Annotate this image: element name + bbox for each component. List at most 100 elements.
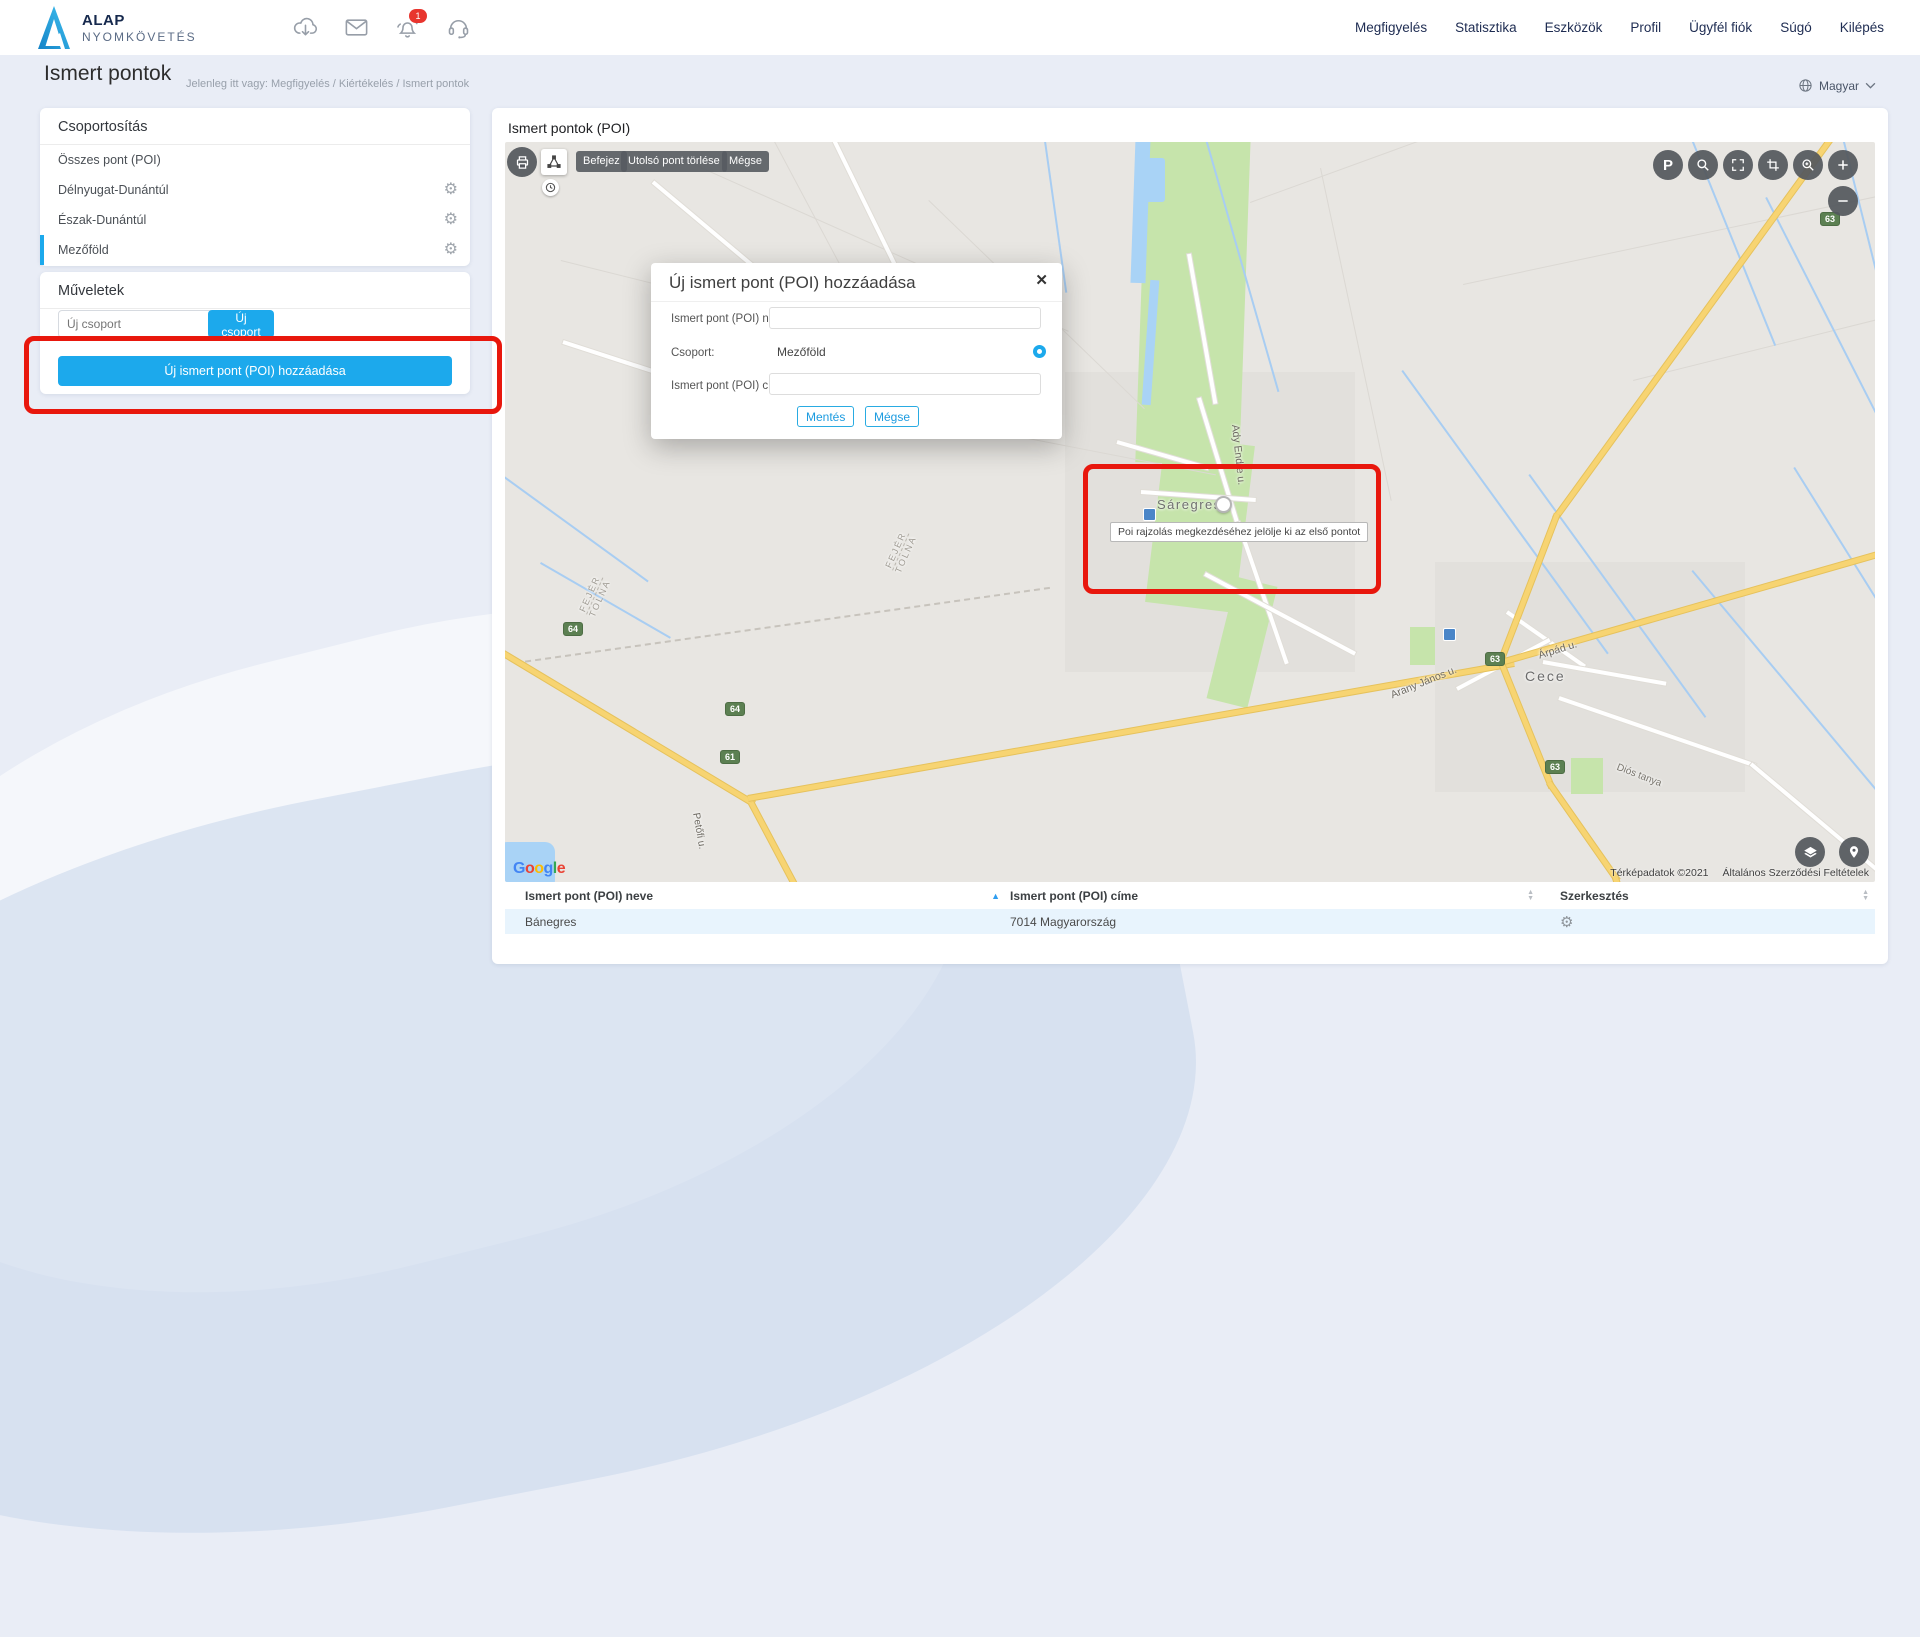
group-item-delnyugat-dunantul[interactable]: Délnyugat-Dunántúl ⚙: [40, 175, 470, 205]
group-item-eszak-dunantul[interactable]: Észak-Dunántúl ⚙: [40, 205, 470, 235]
polygon-draw-icon: [546, 154, 562, 170]
group-radio-selected[interactable]: [1033, 345, 1046, 358]
google-letter: o: [525, 860, 534, 877]
language-selector[interactable]: Magyar: [1798, 78, 1876, 93]
breadcrumb: Jelenleg itt vagy: Megfigyelés / Kiérték…: [186, 78, 469, 90]
map-main-road: [1547, 781, 1620, 882]
new-group-input[interactable]: [58, 310, 214, 338]
logo-triangle-icon: [38, 6, 70, 49]
nav-profil[interactable]: Profil: [1630, 20, 1661, 35]
map-data-copyright: Térképadatok ©2021: [1610, 867, 1708, 879]
transit-stop-icon[interactable]: [1443, 628, 1456, 641]
fullscreen-button[interactable]: [1723, 150, 1753, 180]
globe-icon: [1798, 78, 1813, 93]
map-main-road: [1553, 142, 1833, 520]
nav-eszkozok[interactable]: Eszközök: [1545, 20, 1603, 35]
finish-button[interactable]: Befejez: [576, 151, 627, 172]
notifications-bell-icon[interactable]: 1: [394, 14, 421, 41]
zoom-in-button[interactable]: [1828, 150, 1858, 180]
app-logo[interactable]: ALAP NYOMKÖVETÉS: [38, 6, 197, 49]
map-field-line: [1250, 142, 1485, 203]
nav-kilepes[interactable]: Kilépés: [1840, 20, 1884, 35]
undo-last-point-button[interactable]: Utolsó pont törlése: [621, 151, 727, 172]
language-label: Magyar: [1819, 79, 1859, 93]
group-item-label: Délnyugat-Dunántúl: [58, 183, 169, 197]
road-shield-61: 61: [720, 750, 740, 764]
cell-poi-address: 7014 Magyarország: [1010, 915, 1548, 929]
chevron-down-icon: [1865, 82, 1876, 89]
map-main-road: [505, 647, 755, 806]
sort-both-icon[interactable]: ▲▼: [1527, 890, 1534, 902]
map[interactable]: 64 64 61 63 63 63 Sáregres Cece FEJÉR TO…: [505, 142, 1875, 882]
header-icon-group: 1: [292, 14, 472, 41]
group-item-mezofold-selected[interactable]: Mezőföld ⚙: [40, 235, 470, 265]
crop-zoom-button[interactable]: [1758, 150, 1788, 180]
cancel-draw-button[interactable]: Mégse: [722, 151, 769, 172]
group-item-label: Összes pont (POI): [58, 153, 161, 167]
column-header-address[interactable]: Ismert pont (POI) címe ▲▼: [1010, 889, 1548, 903]
print-button[interactable]: [507, 147, 537, 177]
close-icon[interactable]: ✕: [1035, 271, 1048, 289]
crop-icon: [1766, 158, 1780, 172]
map-stream: [540, 562, 671, 639]
zoom-out-button[interactable]: [1828, 186, 1858, 216]
google-letter: e: [557, 860, 565, 877]
poi-marker-button[interactable]: [1839, 837, 1869, 867]
draw-tooltip: Poi rajzolás megkezdéséhez jelölje ki az…: [1110, 522, 1368, 542]
nav-sugo[interactable]: Súgó: [1780, 20, 1812, 35]
nav-megfigyeles[interactable]: Megfigyelés: [1355, 20, 1427, 35]
search-map-button[interactable]: [1688, 150, 1718, 180]
group-item-osszes-pont[interactable]: Összes pont (POI): [40, 145, 470, 175]
logo-subtitle: NYOMKÖVETÉS: [82, 30, 197, 44]
column-header-label: Szerkesztés: [1560, 889, 1629, 903]
terms-link[interactable]: Általános Szerződési Feltételek: [1723, 867, 1870, 879]
column-header-label: Ismert pont (POI) neve: [525, 889, 653, 903]
mail-icon[interactable]: [343, 14, 370, 41]
zoom-to-area-button[interactable]: [1793, 150, 1823, 180]
gear-icon[interactable]: ⚙: [1560, 913, 1573, 931]
transit-stop-icon[interactable]: [1143, 508, 1156, 521]
road-shield-64: 64: [563, 622, 583, 636]
table-row[interactable]: Bánegres 7014 Magyarország ⚙: [505, 909, 1875, 934]
gear-icon[interactable]: ⚙: [444, 205, 458, 235]
road-shield-63: 63: [1485, 652, 1505, 666]
draw-point-marker[interactable]: [1215, 496, 1232, 513]
support-headset-icon[interactable]: [445, 14, 472, 41]
minus-icon: [1836, 194, 1850, 208]
logo-text: ALAP NYOMKÖVETÉS: [82, 12, 197, 44]
poi-address-input[interactable]: [769, 373, 1041, 395]
cancel-button[interactable]: Mégse: [865, 406, 919, 427]
save-button[interactable]: Mentés: [797, 406, 854, 427]
parking-layer-button[interactable]: P: [1653, 150, 1683, 180]
nav-statisztika[interactable]: Statisztika: [1455, 20, 1517, 35]
town-label-saregres: Sáregres: [1157, 497, 1222, 512]
gear-icon[interactable]: ⚙: [444, 175, 458, 205]
layers-button[interactable]: [1795, 837, 1825, 867]
history-clock-button[interactable]: [542, 179, 559, 196]
notification-badge: 1: [409, 9, 427, 23]
add-poi-modal: Új ismert pont (POI) hozzáadása ✕ Ismert…: [651, 263, 1062, 439]
measure-area-button[interactable]: [541, 149, 567, 175]
column-header-edit[interactable]: Szerkesztés ▲▼: [1548, 889, 1875, 903]
street-label-petofi: Petőfi u.: [690, 812, 707, 850]
group-value: Mezőföld: [777, 345, 826, 359]
operations-title: Műveletek: [40, 272, 470, 309]
sort-both-icon[interactable]: ▲▼: [1862, 890, 1869, 902]
add-poi-button[interactable]: Új ismert pont (POI) hozzáadása: [58, 356, 452, 386]
gear-icon[interactable]: ⚙: [444, 235, 458, 265]
poi-name-input[interactable]: [769, 307, 1041, 329]
road-shield-63: 63: [1545, 760, 1565, 774]
group-label: Csoport:: [671, 347, 714, 359]
sort-ascending-icon[interactable]: ▲: [991, 891, 1000, 901]
page-title: Ismert pontok: [44, 62, 171, 86]
column-header-label: Ismert pont (POI) címe: [1010, 889, 1138, 903]
plus-icon: [1836, 158, 1850, 172]
poi-address: 7014 Magyarország: [1010, 915, 1116, 929]
grouping-card: Csoportosítás Összes pont (POI) Délnyuga…: [40, 108, 470, 266]
new-group-button[interactable]: Új csoport: [208, 310, 274, 338]
poi-name: Bánegres: [525, 915, 576, 929]
column-header-name[interactable]: Ismert pont (POI) neve ▲: [505, 889, 1010, 903]
map-main-road: [748, 661, 1515, 801]
cloud-download-icon[interactable]: [292, 14, 319, 41]
nav-ugyfel-fiok[interactable]: Ügyfél fiók: [1689, 20, 1752, 35]
